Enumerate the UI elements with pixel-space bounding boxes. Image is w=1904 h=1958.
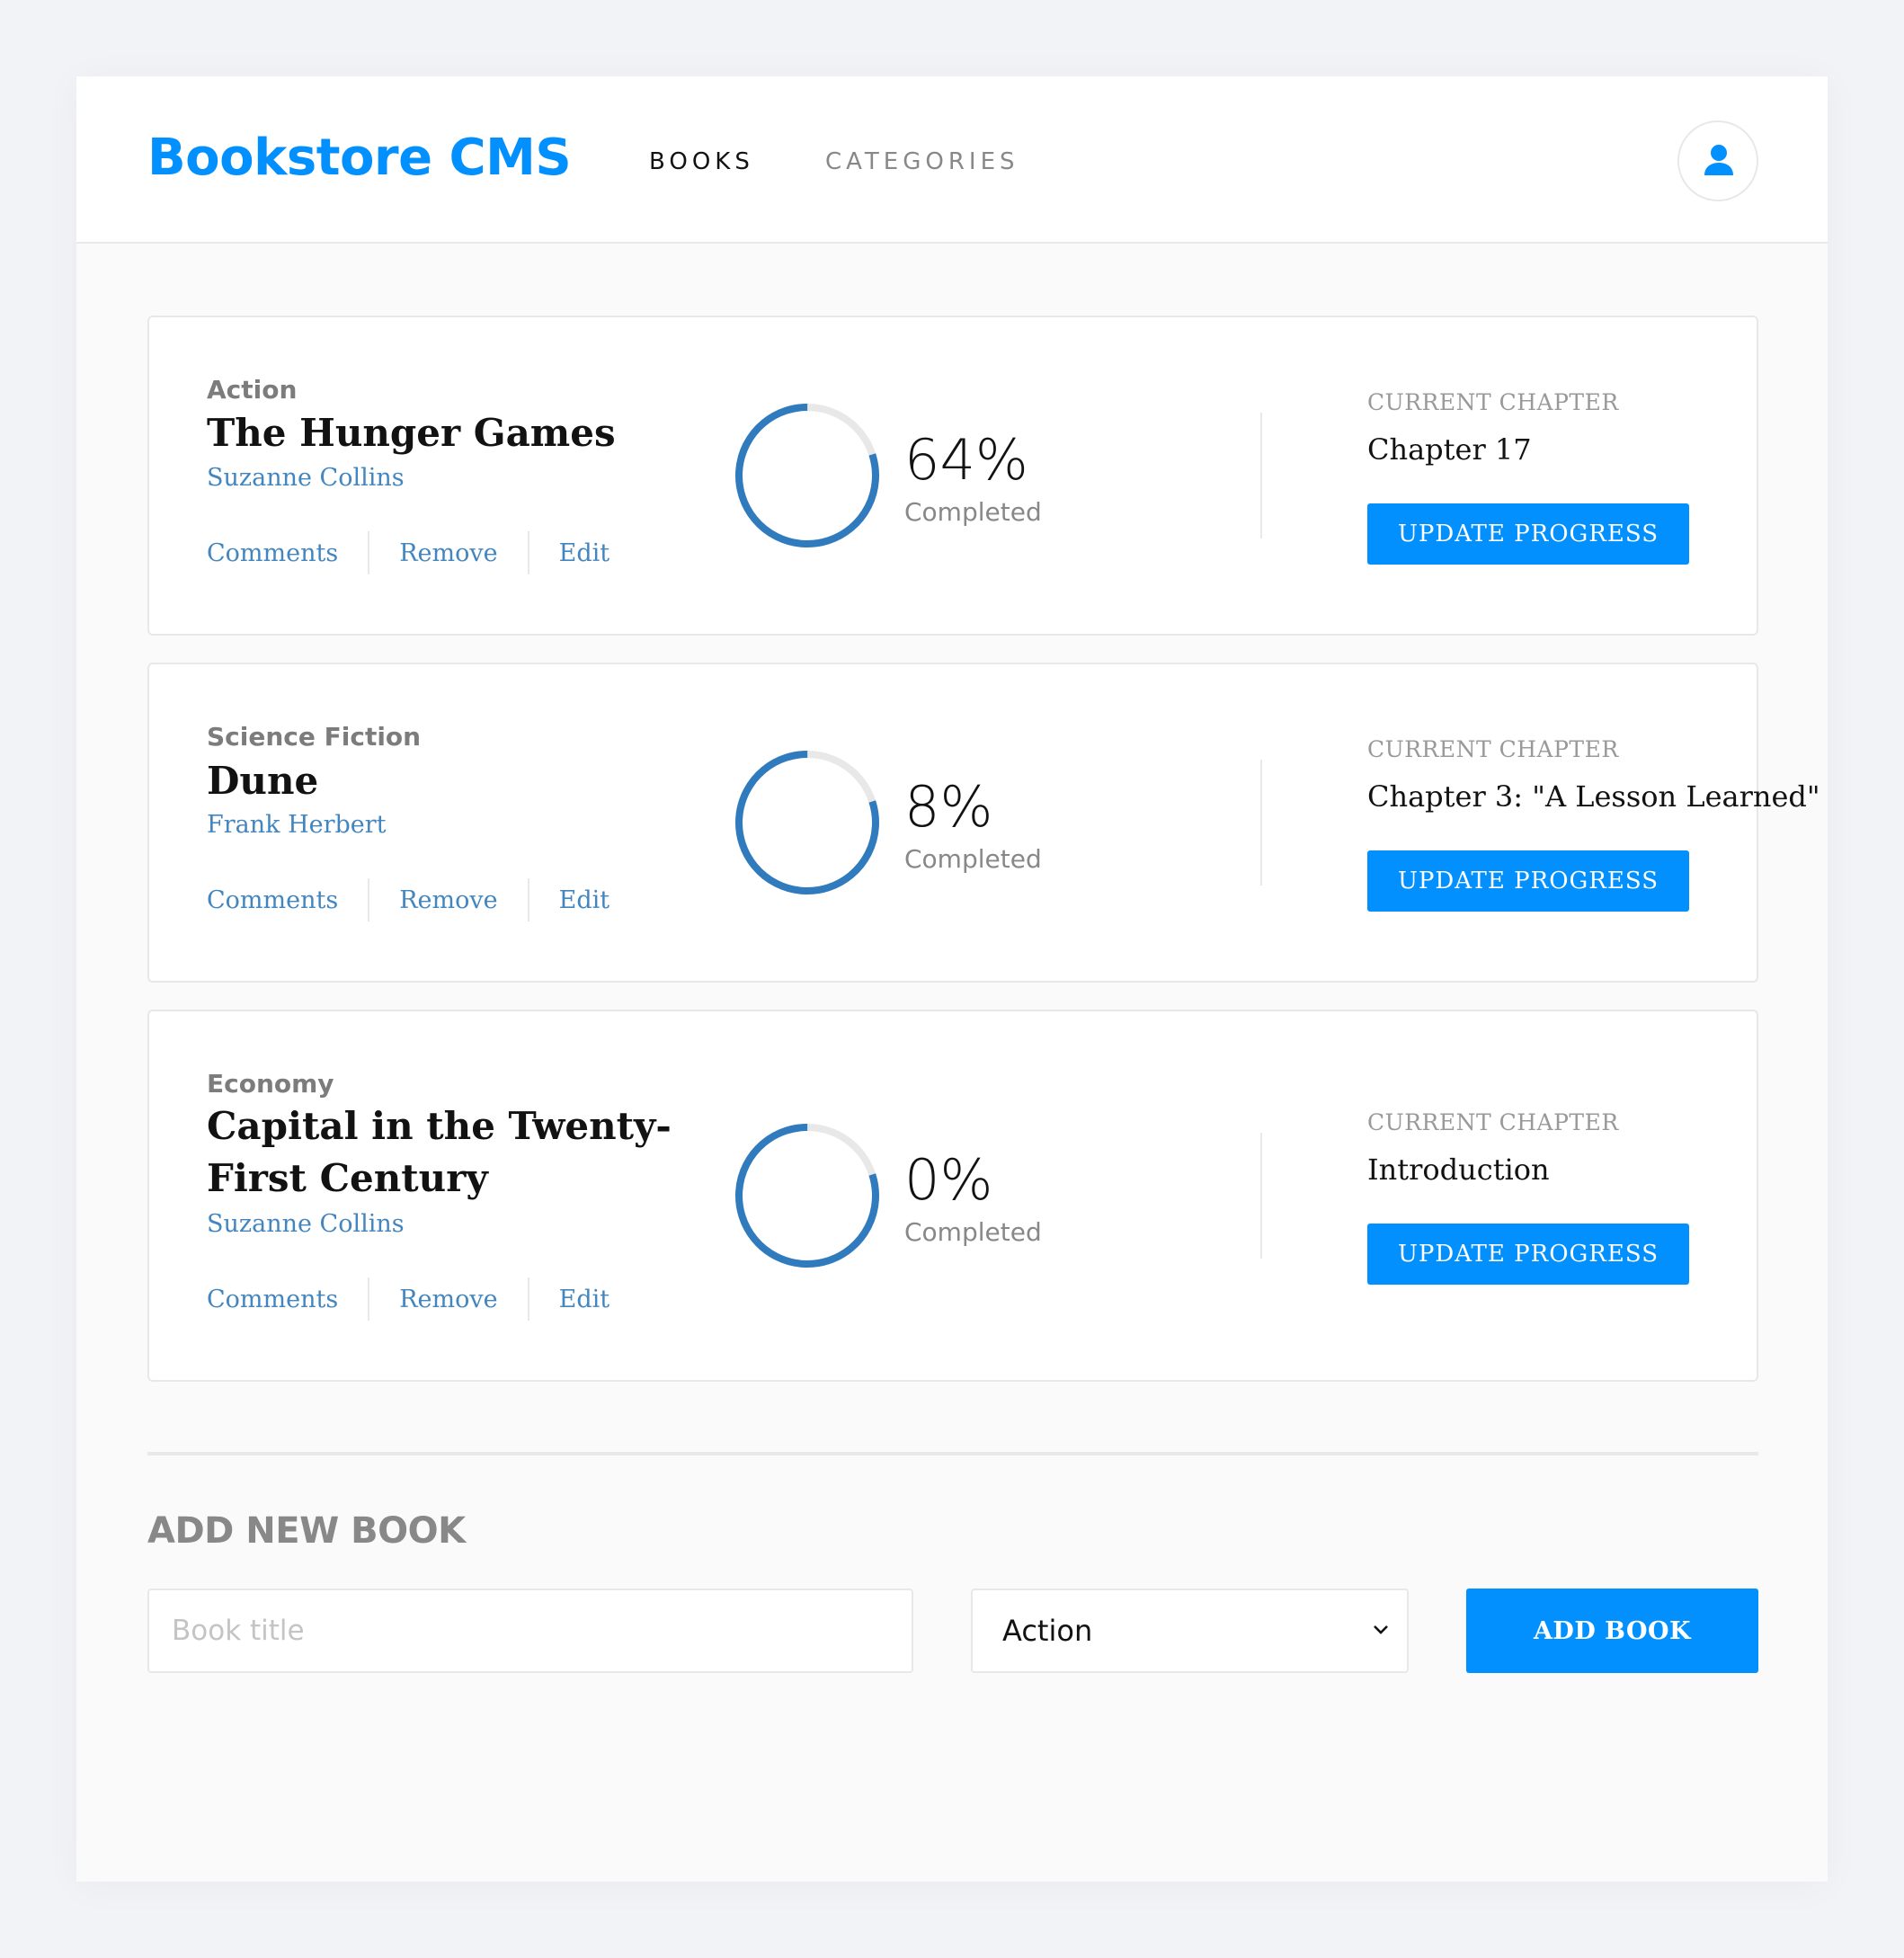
completed-label: Completed: [904, 844, 1042, 874]
book-title: Dune: [207, 759, 319, 803]
edit-button[interactable]: Edit: [559, 886, 609, 914]
update-progress-button[interactable]: UPDATE PROGRESS: [1367, 503, 1689, 565]
chevron-down-icon: [1374, 1625, 1388, 1634]
book-title: The Hunger Games: [207, 411, 616, 455]
progress-percent: 64%: [904, 427, 1028, 493]
current-chapter-label: CURRENT CHAPTER: [1367, 1109, 1619, 1135]
comments-button[interactable]: Comments: [207, 539, 338, 567]
book-card: Science Fiction Dune Frank Herbert Comme…: [147, 663, 1820, 983]
book-actions: Comments Remove Edit: [207, 878, 609, 921]
progress-ring: [735, 751, 879, 894]
edit-button[interactable]: Edit: [559, 539, 609, 567]
update-progress-button[interactable]: UPDATE PROGRESS: [1367, 1224, 1689, 1285]
book-author[interactable]: Frank Herbert: [207, 811, 387, 839]
book-actions: Comments Remove Edit: [207, 531, 609, 574]
current-chapter: Chapter 3: "A Lesson Learned": [1367, 779, 1820, 814]
progress-ring-fill: [735, 751, 879, 894]
app-panel: Bookstore CMS BOOKS CATEGORIES Action Th…: [76, 76, 1828, 1882]
remove-button[interactable]: Remove: [399, 539, 497, 567]
section-divider: [147, 1452, 1758, 1455]
progress-ring: [735, 1124, 879, 1268]
progress-ring-fill: [735, 404, 879, 547]
progress-ring: [735, 404, 879, 547]
comments-button[interactable]: Comments: [207, 886, 338, 914]
divider: [368, 1277, 370, 1321]
current-chapter-label: CURRENT CHAPTER: [1367, 389, 1619, 415]
user-icon: [1704, 145, 1733, 175]
vertical-separator: [1260, 760, 1262, 886]
update-progress-button[interactable]: UPDATE PROGRESS: [1367, 850, 1689, 912]
book-category: Economy: [207, 1069, 334, 1099]
book-title-input[interactable]: [147, 1589, 913, 1673]
vertical-separator: [1260, 413, 1262, 538]
header: Bookstore CMS BOOKS CATEGORIES: [76, 76, 1828, 244]
divider: [527, 878, 529, 921]
divider: [368, 878, 370, 921]
comments-button[interactable]: Comments: [207, 1286, 338, 1313]
progress-ring-fill: [735, 1124, 879, 1268]
category-select[interactable]: Action: [971, 1589, 1409, 1673]
book-author[interactable]: Suzanne Collins: [207, 464, 405, 492]
book-category: Action: [207, 375, 298, 405]
current-chapter: Chapter 17: [1367, 432, 1532, 467]
edit-button[interactable]: Edit: [559, 1286, 609, 1313]
remove-button[interactable]: Remove: [399, 1286, 497, 1313]
vertical-separator: [1260, 1133, 1262, 1259]
book-actions: Comments Remove Edit: [207, 1277, 609, 1321]
book-card: Action The Hunger Games Suzanne Collins …: [147, 316, 1758, 636]
progress-percent: 8%: [904, 774, 993, 840]
user-avatar-button[interactable]: [1677, 120, 1758, 201]
current-chapter: Introduction: [1367, 1153, 1550, 1187]
current-chapter-label: CURRENT CHAPTER: [1367, 736, 1619, 762]
book-category: Science Fiction: [207, 722, 422, 752]
progress-percent: 0%: [904, 1147, 993, 1213]
book-author[interactable]: Suzanne Collins: [207, 1210, 405, 1238]
completed-label: Completed: [904, 1217, 1042, 1247]
add-book-button[interactable]: ADD BOOK: [1466, 1589, 1758, 1673]
divider: [527, 1277, 529, 1321]
divider: [368, 531, 370, 574]
divider: [527, 531, 529, 574]
logo[interactable]: Bookstore CMS: [147, 129, 572, 187]
book-title: Capital in the Twenty-First Century: [207, 1104, 672, 1200]
category-select-value: Action: [1002, 1614, 1093, 1648]
nav-categories[interactable]: CATEGORIES: [825, 148, 1019, 175]
remove-button[interactable]: Remove: [399, 886, 497, 914]
book-card: Economy Capital in the Twenty-First Cent…: [147, 1010, 1758, 1382]
nav-books[interactable]: BOOKS: [649, 148, 754, 175]
completed-label: Completed: [904, 497, 1042, 527]
add-book-heading: ADD NEW BOOK: [147, 1510, 466, 1552]
